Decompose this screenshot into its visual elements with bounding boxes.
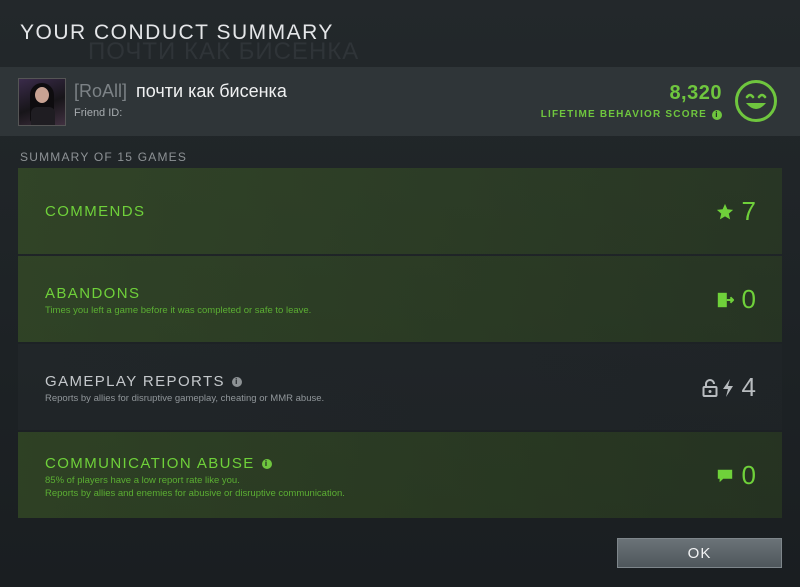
- gameplay-reports-title: GAMEPLAY REPORTS i: [45, 373, 242, 390]
- behavior-score-label-text: LIFETIME BEHAVIOR SCORE: [540, 109, 707, 120]
- commends-title-text: COMMENDS: [45, 203, 146, 220]
- player-name-line: [RoAll] почти как бисенка: [74, 81, 287, 102]
- abandons-count: 0: [716, 284, 756, 315]
- gameplay-reports-description: Reports by allies for disruptive gamepla…: [45, 393, 325, 404]
- avatar[interactable]: [18, 78, 66, 126]
- abandons-count-value: 0: [741, 284, 756, 314]
- player-bar: [RoAll] почти как бисенка Friend ID: 8,3…: [0, 67, 800, 136]
- lock-icon: [702, 378, 718, 397]
- commends-count-value: 7: [741, 196, 756, 226]
- star-icon: [716, 203, 733, 219]
- behavior-score-label: LIFETIME BEHAVIOR SCORE i: [541, 109, 722, 120]
- lightning-icon: [722, 378, 733, 397]
- gameplay-reports-count: 4: [702, 372, 756, 403]
- conduct-summary-dialog: ПОЧТИ КАК БИСЕНКА YOUR CONDUCT SUMMARY […: [0, 0, 800, 587]
- abandons-title-text: ABANDONS: [45, 285, 141, 302]
- gameplay-reports-count-value: 4: [741, 372, 756, 402]
- info-icon[interactable]: i: [712, 109, 722, 120]
- communication-abuse-count-value: 0: [741, 460, 756, 490]
- friend-id-label: Friend ID:: [74, 107, 123, 119]
- ok-button[interactable]: OK: [617, 538, 782, 568]
- info-icon[interactable]: i: [261, 458, 272, 469]
- smiley-face-icon: [735, 80, 777, 122]
- gameplay-reports-row: GAMEPLAY REPORTS i Reports by allies for…: [18, 344, 782, 430]
- communication-abuse-count: 0: [716, 460, 756, 491]
- communication-abuse-title: COMMUNICATION ABUSE i: [45, 455, 272, 472]
- low-report-rate-text: 85% of players have a low report rate li…: [45, 475, 240, 486]
- communication-abuse-title-text: COMMUNICATION ABUSE: [45, 455, 255, 472]
- info-icon[interactable]: i: [231, 376, 242, 387]
- chat-bubble-icon: [717, 469, 732, 482]
- abandons-row: ABANDONS Times you left a game before it…: [18, 256, 782, 342]
- commends-row: COMMENDS 7: [18, 168, 782, 254]
- abandons-title: ABANDONS: [45, 285, 140, 302]
- dialog-title: YOUR CONDUCT SUMMARY: [20, 21, 334, 44]
- behavior-score-value: 8,320: [669, 82, 722, 104]
- commends-title: COMMENDS: [45, 203, 145, 220]
- communication-abuse-description: 85% of players have a low report rate li…: [45, 474, 345, 500]
- player-name: почти как бисенка: [136, 81, 287, 101]
- gameplay-reports-title-text: GAMEPLAY REPORTS: [45, 373, 225, 390]
- commends-count: 7: [716, 196, 756, 227]
- communication-abuse-explanation: Reports by allies and enemies for abusiv…: [45, 488, 345, 499]
- abandons-description: Times you left a game before it was comp…: [45, 305, 312, 316]
- communication-abuse-row: COMMUNICATION ABUSE i 85% of players hav…: [18, 432, 782, 518]
- exit-door-icon: [717, 292, 734, 307]
- summary-header: SUMMARY OF 15 GAMES: [20, 150, 188, 164]
- clan-tag: [RoAll]: [74, 81, 128, 101]
